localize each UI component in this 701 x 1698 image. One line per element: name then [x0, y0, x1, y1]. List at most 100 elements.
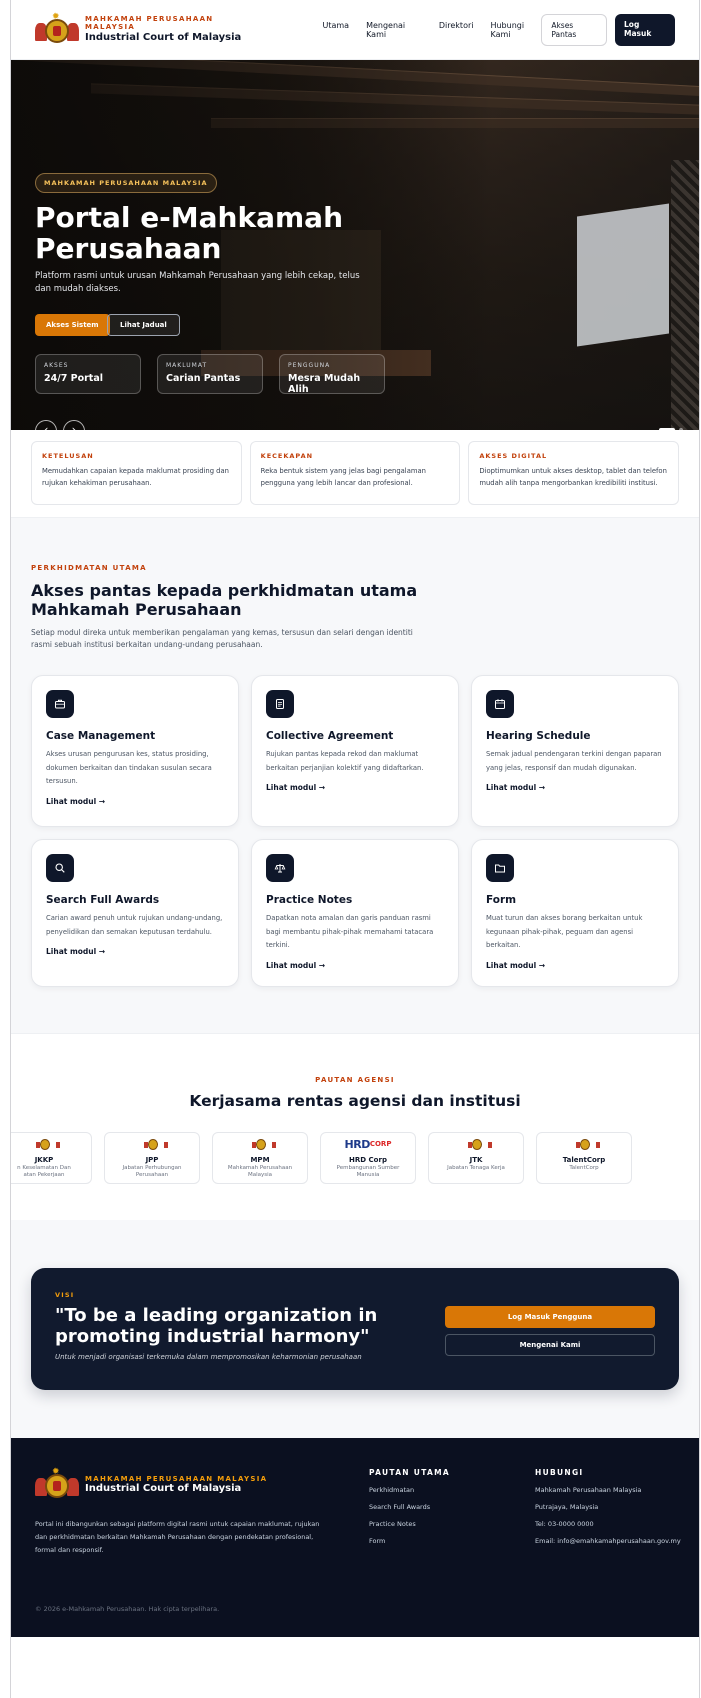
site-footer: ✹ MAHKAMAH PERUSAHAAN MALAYSIA Industria…: [11, 1438, 699, 1637]
about-us-button[interactable]: Mengenai Kami: [445, 1334, 655, 1356]
nav-item-mengenai-kami[interactable]: Mengenai Kami: [366, 21, 422, 39]
partner-mpm[interactable]: MPM Mahkamah Perusahaan Malaysia: [212, 1132, 308, 1184]
service-card-collective-agreement[interactable]: Collective Agreement Rujukan pantas kepa…: [251, 675, 459, 827]
partner-jkkp[interactable]: JKKP n Keselamatan Dan atan Pekerjaan: [11, 1132, 92, 1184]
login-button[interactable]: Log Masuk: [615, 13, 675, 46]
services-section: PERKHIDMATAN UTAMA Akses pantas kepada p…: [11, 517, 699, 1033]
partner-name: MPM: [250, 1156, 270, 1164]
footer-brand-malay: MAHKAMAH PERUSAHAAN MALAYSIA: [85, 1474, 268, 1483]
partner-talentcorp[interactable]: TalentCorp TalentCorp: [536, 1132, 632, 1184]
footer-brand[interactable]: ✹ MAHKAMAH PERUSAHAAN MALAYSIA Industria…: [35, 1468, 267, 1502]
search-icon: [46, 854, 74, 882]
view-module-link[interactable]: Lihat modul →: [266, 783, 444, 792]
folder-icon: [486, 854, 514, 882]
service-desc: Semak jadual pendengaran terkini dengan …: [486, 750, 662, 772]
access-system-button[interactable]: Akses Sistem: [35, 314, 110, 336]
service-desc: Dapatkan nota amalan dan garis panduan r…: [266, 914, 434, 949]
service-card-practice-notes[interactable]: Practice Notes Dapatkan nota amalan dan …: [251, 839, 459, 987]
partner-logo-strip: JKKP n Keselamatan Dan atan Pekerjaan JP…: [11, 1132, 699, 1184]
partner-fullname: Pembangunan Sumber Manusia: [336, 1165, 400, 1178]
footer-link-search-full-awards[interactable]: Search Full Awards: [369, 1503, 450, 1511]
coat-of-arms-logo[interactable]: ✹: [35, 12, 79, 47]
hrd-corp-logo: HRD CORP: [344, 1137, 392, 1151]
carousel-dot[interactable]: [679, 428, 683, 430]
partners-eyebrow: PAUTAN AGENSI: [315, 1076, 395, 1084]
feature-desc: Dioptimumkan untuk akses desktop, tablet…: [479, 467, 667, 487]
view-module-link[interactable]: Lihat modul →: [486, 961, 664, 970]
services-eyebrow: PERKHIDMATAN UTAMA: [31, 564, 147, 572]
stat-label: MAKLUMAT: [166, 362, 208, 369]
view-module-link[interactable]: Lihat modul →: [486, 783, 664, 792]
scale-icon: [266, 854, 294, 882]
copyright: © 2026 e-Mahkamah Perusahaan. Hak cipta …: [35, 1605, 220, 1613]
stat-label: AKSES: [44, 362, 69, 369]
service-title: Case Management: [46, 730, 156, 742]
partner-hrd-corp[interactable]: HRD CORP HRD Corp Pembangunan Sumber Manu…: [320, 1132, 416, 1184]
carousel-dot-active[interactable]: [659, 428, 675, 430]
view-module-link[interactable]: Lihat modul →: [266, 961, 444, 970]
service-card-search-full-awards[interactable]: Search Full Awards Carian award penuh un…: [31, 839, 239, 987]
contact-email[interactable]: Email: info@emahkamahperusahaan.gov.my: [535, 1537, 681, 1545]
view-module-link[interactable]: Lihat modul →: [46, 797, 224, 806]
service-title: Practice Notes: [266, 894, 353, 906]
stat-label: PENGGUNA: [288, 362, 331, 369]
header-actions: Akses Pantas Log Masuk: [541, 13, 675, 46]
footer-link-practice-notes[interactable]: Practice Notes: [369, 1520, 450, 1528]
stat-card-info: MAKLUMAT Carian Pantas: [157, 354, 263, 394]
footer-link-form[interactable]: Form: [369, 1537, 450, 1545]
carousel-indicators: [659, 428, 683, 430]
footer-contact-title: HUBUNGI: [535, 1468, 584, 1477]
services-title: Akses pantas kepada perkhidmatan utama M…: [31, 581, 418, 619]
service-title: Form: [486, 894, 517, 906]
main-nav: Utama Mengenai Kami Direktori Hubungi Ka…: [322, 21, 541, 39]
vision-quote: "To be a leading organization in promoti…: [55, 1305, 378, 1347]
stat-card-users: PENGGUNA Mesra Mudah Alih: [279, 354, 385, 395]
user-login-button[interactable]: Log Masuk Pengguna: [445, 1306, 655, 1328]
feature-title: AKSES DIGITAL: [479, 452, 548, 460]
footer-brand-english: Industrial Court of Malaysia: [85, 1483, 242, 1495]
partners-section: PAUTAN AGENSI Kerjasama rentas agensi da…: [11, 1033, 699, 1220]
contact-phone[interactable]: Tel: 03-0000 0000: [535, 1520, 681, 1528]
brand-malay-name: MAHKAMAH PERUSAHAAN MALAYSIA: [85, 15, 214, 31]
service-card-form[interactable]: Form Muat turun dan akses borang berkait…: [471, 839, 679, 987]
partner-jpp[interactable]: JPP Jabatan Perhubungan Perusahaan: [104, 1132, 200, 1184]
vision-section: VISI "To be a leading organization in pr…: [11, 1220, 699, 1438]
hero-subtitle: Platform rasmi untuk urusan Mahkamah Per…: [35, 271, 360, 294]
footer-links-title: PAUTAN UTAMA: [369, 1468, 450, 1477]
crest-icon: [252, 1138, 276, 1150]
partners-title: Kerjasama rentas agensi dan institusi: [189, 1092, 521, 1110]
view-module-link[interactable]: Lihat modul →: [46, 947, 224, 956]
stat-card-access: AKSES 24/7 Portal: [35, 354, 141, 394]
service-card-case-management[interactable]: Case Management Akses urusan pengurusan …: [31, 675, 239, 827]
service-title: Search Full Awards: [46, 894, 160, 906]
footer-contact: HUBUNGI Mahkamah Perusahaan Malaysia Put…: [535, 1468, 681, 1545]
site-header: ✹ MAHKAMAH PERUSAHAAN MALAYSIA Industria…: [11, 0, 699, 60]
calendar-icon: [486, 690, 514, 718]
stat-value: 24/7 Portal: [44, 373, 103, 384]
brand[interactable]: MAHKAMAH PERUSAHAAN MALAYSIA Industrial …: [85, 15, 258, 42]
footer-link-services[interactable]: Perkhidmatan: [369, 1486, 450, 1494]
quick-access-button[interactable]: Akses Pantas: [541, 13, 608, 46]
feature-title: KECEKAPAN: [260, 452, 314, 460]
partner-fullname: TalentCorp: [569, 1165, 599, 1171]
service-title: Collective Agreement: [266, 730, 394, 742]
partner-jtk[interactable]: JTK Jabatan Tenaga Kerja: [428, 1132, 524, 1184]
feature-card-transparency: KETELUSAN Memudahkan capaian kepada makl…: [31, 441, 242, 505]
feature-desc: Memudahkan capaian kepada maklumat prosi…: [42, 467, 229, 487]
contact-location: Putrajaya, Malaysia: [535, 1503, 599, 1511]
footer-description: Portal ini dibangunkan sebagai platform …: [35, 1520, 320, 1554]
partner-fullname: Mahkamah Perusahaan Malaysia: [227, 1165, 293, 1178]
vision-banner: VISI "To be a leading organization in pr…: [31, 1268, 679, 1390]
service-card-hearing-schedule[interactable]: Hearing Schedule Semak jadual pendengara…: [471, 675, 679, 827]
services-grid: Case Management Akses urusan pengurusan …: [31, 675, 679, 987]
nav-item-utama[interactable]: Utama: [322, 21, 349, 39]
nav-item-direktori[interactable]: Direktori: [439, 21, 474, 39]
page-frame: ✹ MAHKAMAH PERUSAHAAN MALAYSIA Industria…: [10, 0, 700, 1698]
stat-value: Carian Pantas: [166, 373, 241, 384]
stat-value: Mesra Mudah Alih: [288, 373, 361, 395]
feature-strip: KETELUSAN Memudahkan capaian kepada makl…: [11, 430, 699, 517]
nav-item-hubungi-kami[interactable]: Hubungi Kami: [490, 21, 541, 39]
view-schedule-button[interactable]: Lihat Jadual: [107, 314, 180, 336]
feature-card-digital-access: AKSES DIGITAL Dioptimumkan untuk akses d…: [468, 441, 680, 505]
crest-icon: [36, 1138, 60, 1150]
